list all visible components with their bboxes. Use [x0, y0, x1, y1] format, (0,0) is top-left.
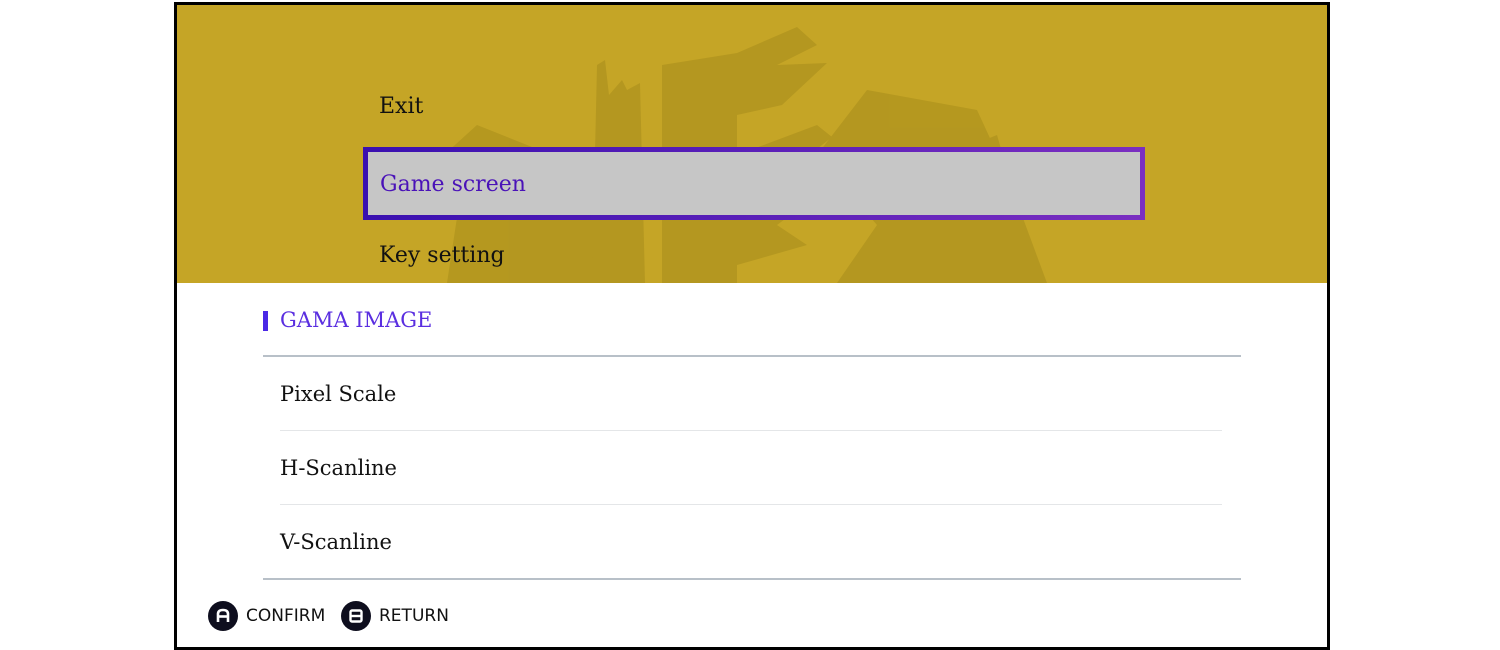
- game-settings-window: Exit Game screen Key setting GAMA IMAGE …: [174, 2, 1330, 650]
- menu-item-exit[interactable]: Exit: [379, 94, 423, 119]
- option-v-scanline[interactable]: V-Scanline: [280, 505, 1222, 579]
- section-divider-bottom: [263, 578, 1241, 580]
- menu-item-label: Key setting: [379, 243, 505, 268]
- option-label: V-Scanline: [280, 530, 392, 554]
- menu-panel: Exit Game screen Key setting: [177, 5, 1327, 283]
- section-accent-bar: [263, 311, 268, 331]
- return-label: RETURN: [379, 606, 449, 626]
- menu-item-label: Game screen: [380, 172, 526, 197]
- menu-item-key-setting[interactable]: Key setting: [379, 243, 505, 268]
- option-label: H-Scanline: [280, 456, 397, 480]
- menu-item-label: Exit: [379, 94, 424, 119]
- option-label: Pixel Scale: [280, 382, 397, 406]
- option-h-scanline[interactable]: H-Scanline: [280, 431, 1222, 505]
- menu-item-game-screen[interactable]: Game screen: [363, 147, 1145, 220]
- background-emblem-art: [422, 27, 1047, 283]
- a-button-icon: [208, 601, 238, 631]
- section-title: GAMA IMAGE: [280, 308, 433, 332]
- confirm-label: CONFIRM: [246, 606, 326, 626]
- option-pixel-scale[interactable]: Pixel Scale: [280, 357, 1222, 431]
- b-button-icon: [341, 601, 371, 631]
